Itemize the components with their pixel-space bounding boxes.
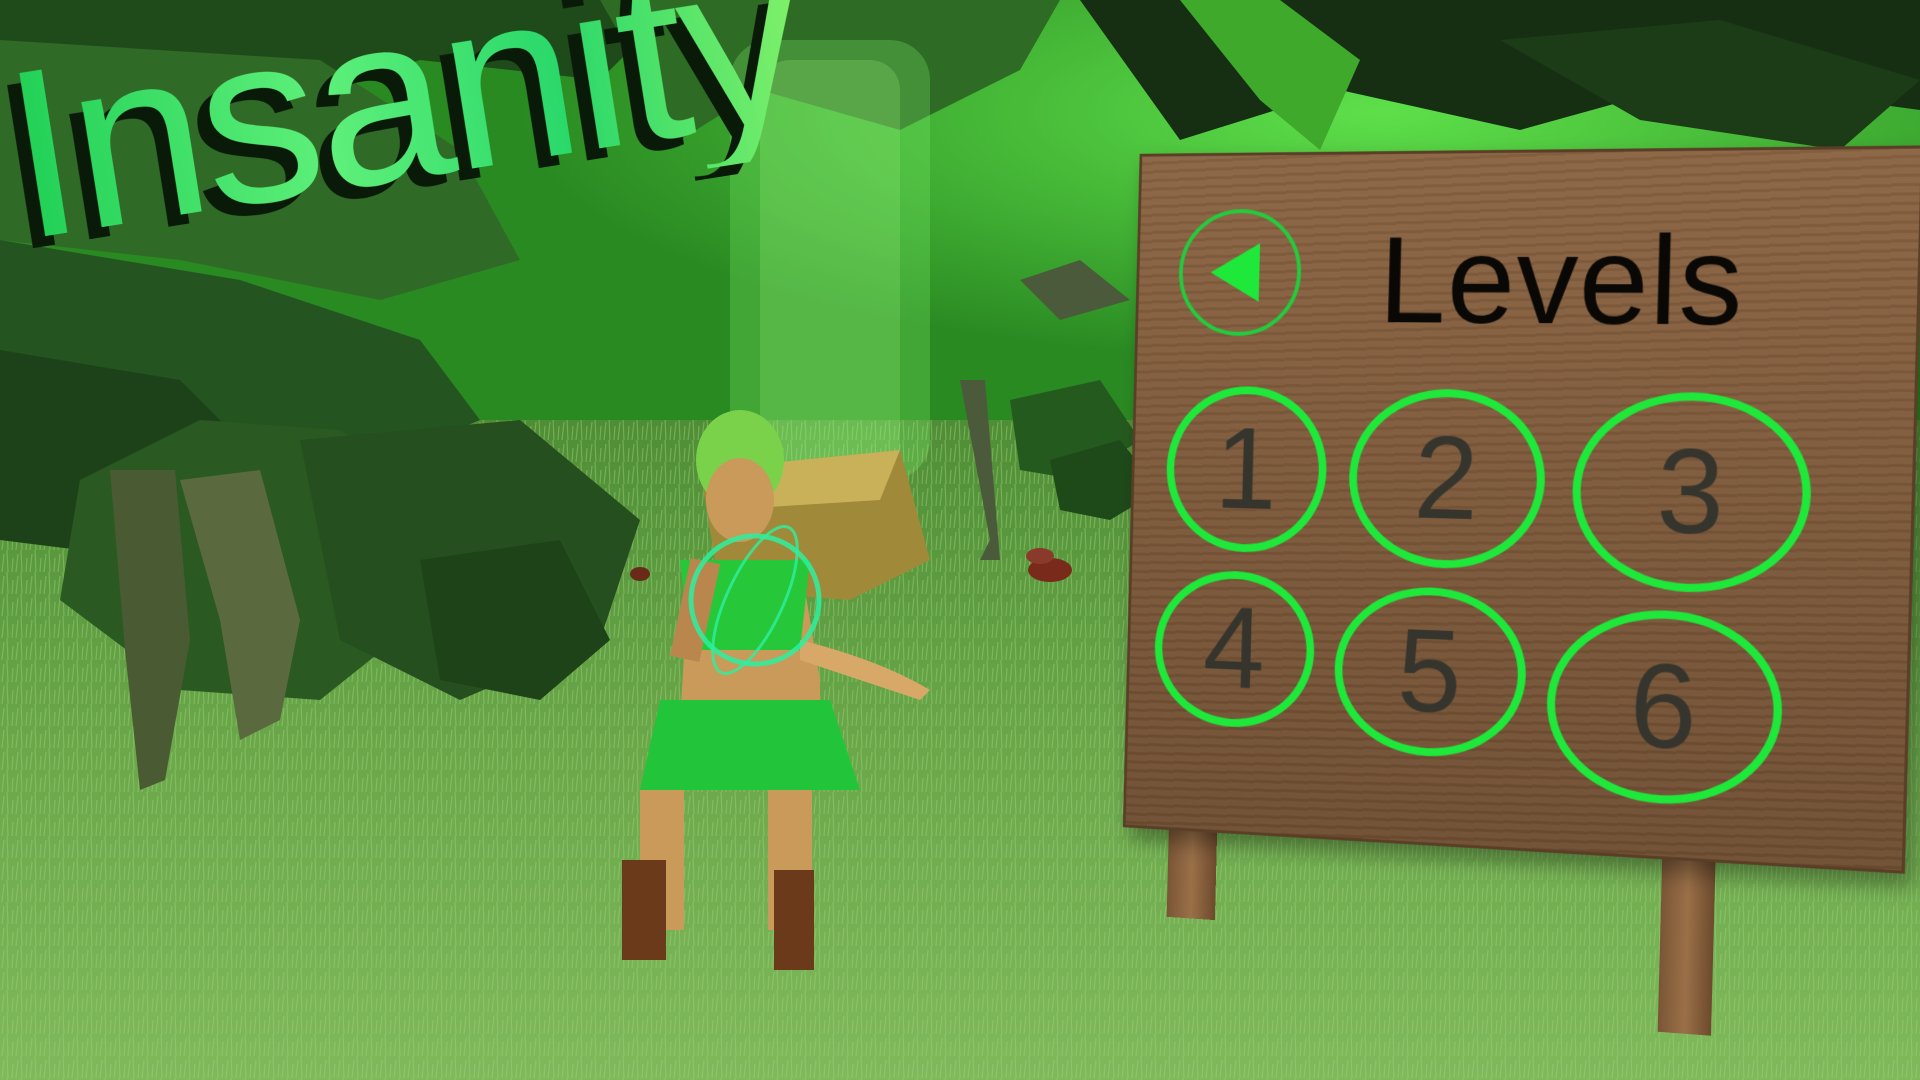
level-5-button[interactable]: 5 [1333,584,1528,761]
back-button[interactable] [1178,209,1303,336]
game-title-container: Insanity [0,0,1233,398]
board-panel: Levels 1 2 3 4 5 6 [1123,145,1920,873]
level-4-button[interactable]: 4 [1153,569,1316,731]
level-6-button[interactable]: 6 [1545,607,1785,810]
level-1-button[interactable]: 1 [1165,385,1329,554]
level-3-button[interactable]: 3 [1570,391,1813,596]
levels-heading: Levels [1377,209,1745,354]
game-title: Insanity [0,0,814,276]
level-select-board: Levels 1 2 3 4 5 6 [1122,145,1920,915]
triangle-left-arrow-icon [1210,243,1260,302]
level-2-button[interactable]: 2 [1347,388,1547,571]
